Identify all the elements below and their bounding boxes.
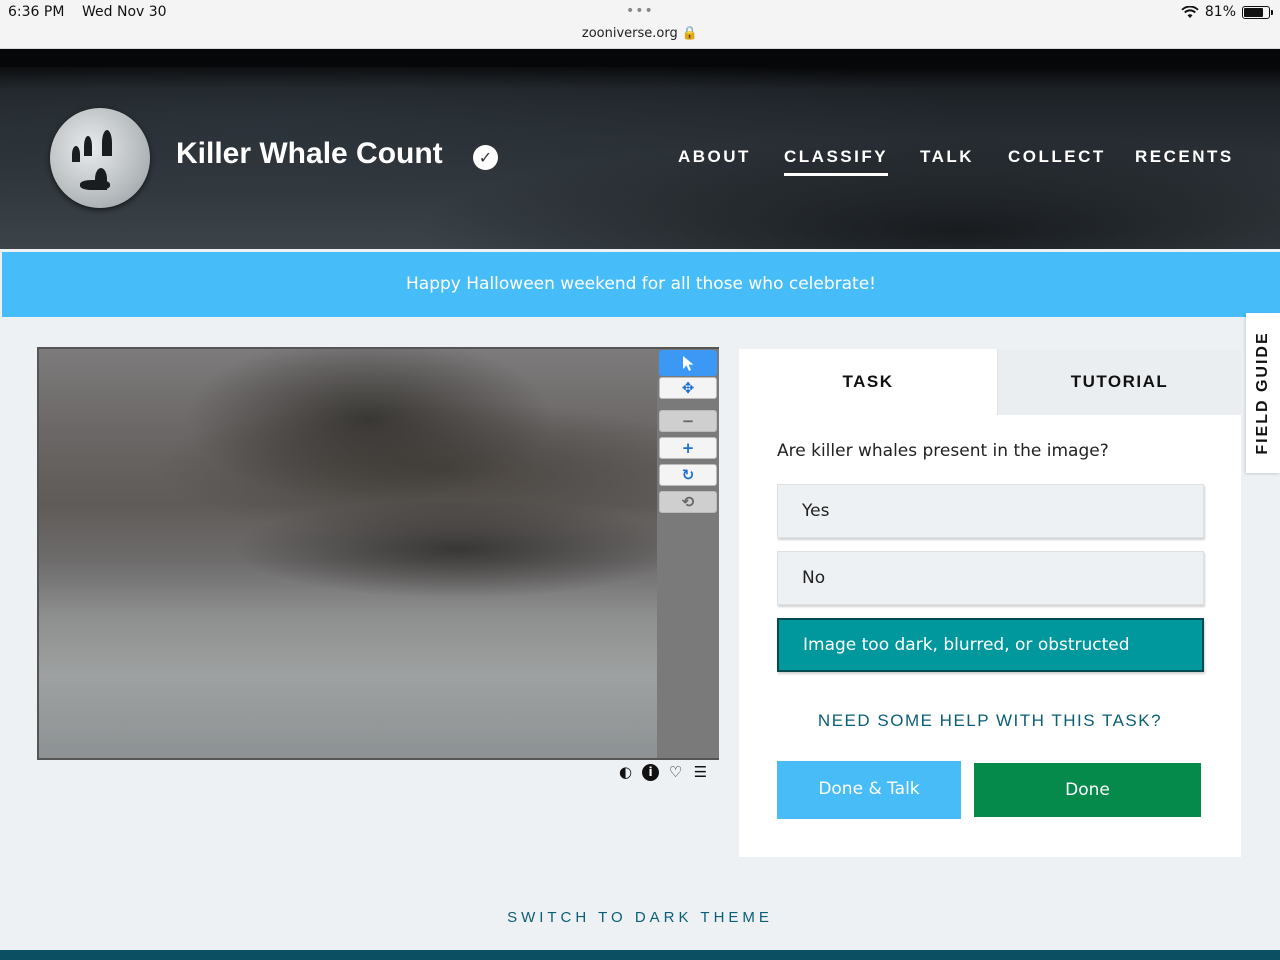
zoom-in-icon[interactable]: + (659, 437, 717, 459)
nav-collect[interactable]: COLLECT (1008, 147, 1106, 167)
done-and-talk-button[interactable]: Done & Talk (777, 761, 961, 819)
nav-classify[interactable]: CLASSIFY (784, 147, 889, 176)
task-help-link[interactable]: NEED SOME HELP WITH THIS TASK? (739, 711, 1241, 731)
nav-talk[interactable]: TALK (920, 147, 974, 167)
announcement-banner: Happy Halloween weekend for all those wh… (2, 252, 1280, 317)
subject-image[interactable] (39, 349, 657, 758)
task-question: Are killer whales present in the image? (777, 441, 1109, 461)
pointer-tool-icon[interactable] (659, 350, 717, 376)
answer-no[interactable]: No (777, 551, 1204, 605)
zoom-out-icon[interactable]: − (659, 410, 717, 432)
more-dots-icon[interactable]: ••• (626, 3, 654, 19)
status-date: Wed Nov 30 (82, 4, 167, 20)
info-icon[interactable]: i (642, 764, 659, 781)
nav-about[interactable]: ABOUT (678, 147, 751, 167)
answer-yes[interactable]: Yes (777, 484, 1204, 538)
field-guide-tab[interactable]: FIELD GUIDE (1246, 313, 1280, 473)
move-tool-icon[interactable]: ✥ (659, 377, 717, 399)
subject-viewer: ✥ − + ↻ ⟲ (37, 347, 719, 760)
reset-view-icon[interactable]: ⟲ (659, 491, 717, 513)
switch-dark-theme-link[interactable]: SWITCH TO DARK THEME (0, 909, 1280, 926)
project-nav: ABOUT CLASSIFY TALK COLLECT RECENTS (0, 147, 1280, 177)
status-time: 6:36 PM (8, 4, 65, 20)
rotate-icon[interactable]: ↻ (659, 464, 717, 486)
tab-tutorial[interactable]: TUTORIAL (997, 349, 1241, 415)
done-button[interactable]: Done (974, 763, 1201, 817)
subject-meta-tools: ◐ i ♡ ☰ (617, 764, 709, 781)
battery-percent: 81% (1204, 4, 1236, 20)
answer-too-dark[interactable]: Image too dark, blurred, or obstructed (777, 618, 1204, 672)
battery-icon (1242, 5, 1273, 19)
nav-recents[interactable]: RECENTS (1135, 147, 1234, 167)
favorite-heart-icon[interactable]: ♡ (667, 764, 684, 781)
invert-contrast-icon[interactable]: ◐ (617, 764, 634, 781)
address-bar[interactable]: zooniverse.org 🔒 (0, 26, 1280, 41)
status-indicators: 81% (1181, 4, 1273, 20)
browser-status-bar: 6:36 PM Wed Nov 30 ••• zooniverse.org 🔒 … (0, 0, 1280, 49)
footer-bar (0, 950, 1280, 960)
collections-list-icon[interactable]: ☰ (692, 764, 709, 781)
field-guide-label: FIELD GUIDE (1254, 331, 1271, 455)
tab-task[interactable]: TASK (739, 349, 997, 415)
image-toolbar: ✥ − + ↻ ⟲ (657, 349, 719, 758)
project-header: Killer Whale Count ✓ ABOUT CLASSIFY TALK… (0, 49, 1280, 249)
task-panel: TASK TUTORIAL Are killer whales present … (739, 349, 1241, 857)
wifi-icon (1181, 5, 1199, 18)
